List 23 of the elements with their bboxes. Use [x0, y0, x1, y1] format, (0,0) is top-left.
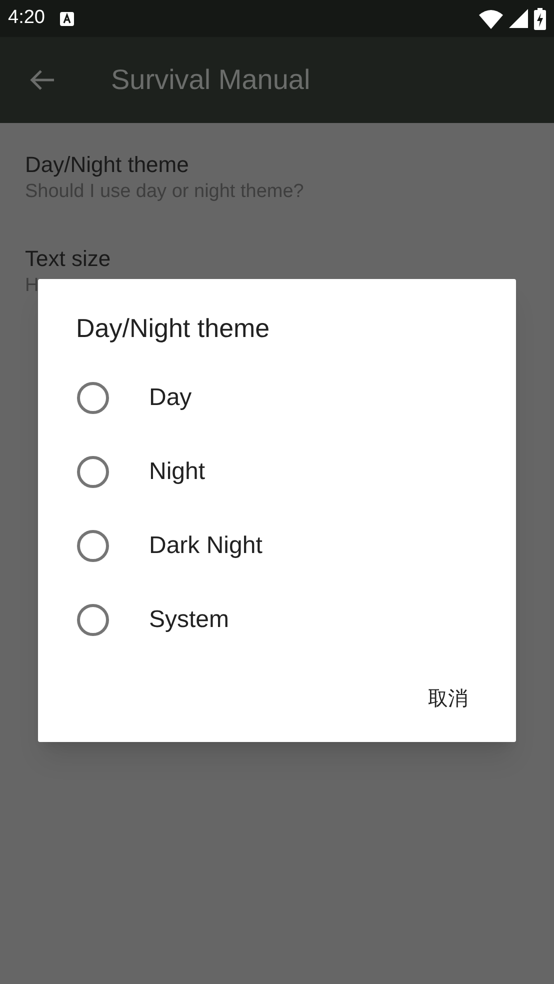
preference-title: Text size: [25, 245, 112, 273]
back-arrow-icon: [29, 68, 55, 92]
keyboard-notification-icon: [58, 10, 75, 26]
radio-option[interactable]: Day: [38, 361, 516, 435]
radio-option-label: Dark Night: [149, 531, 262, 561]
radio-option[interactable]: Dark Night: [38, 509, 516, 583]
radio-option-label: Night: [149, 457, 206, 487]
radio-option[interactable]: Night: [38, 435, 516, 509]
radio-button-icon: [77, 530, 109, 562]
toolbar-title: Survival Manual: [111, 63, 310, 97]
preference-title: Day/Night theme: [25, 151, 190, 179]
radio-button-icon: [77, 604, 109, 636]
radio-option-label: System: [149, 605, 230, 635]
battery-charging-icon: [534, 8, 546, 30]
radio-option[interactable]: System: [38, 583, 516, 657]
radio-option-label: Day: [149, 383, 192, 413]
signal-icon: [509, 9, 528, 28]
radio-button-icon: [77, 382, 109, 414]
radio-button-icon: [77, 456, 109, 488]
status-time: 4:20: [8, 6, 45, 30]
cancel-button[interactable]: 取消: [412, 677, 484, 721]
wifi-icon: [479, 8, 503, 28]
dialog-title: Day/Night theme: [76, 312, 271, 345]
